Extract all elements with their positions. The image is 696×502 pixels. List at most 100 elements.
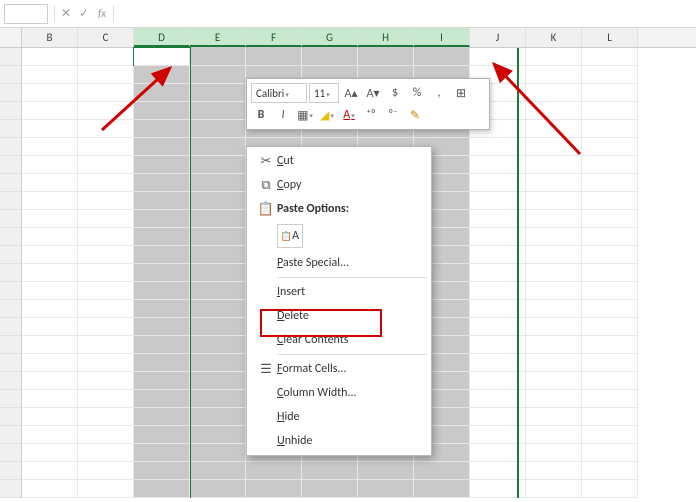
menu-hide[interactable]: Hide [247, 405, 431, 429]
cell[interactable] [190, 246, 246, 264]
cell[interactable] [582, 426, 638, 444]
cell[interactable] [302, 462, 358, 480]
cell[interactable] [78, 372, 134, 390]
row-header[interactable] [0, 120, 22, 138]
cell[interactable] [134, 120, 190, 138]
cell[interactable] [22, 246, 78, 264]
cell[interactable] [22, 138, 78, 156]
cell[interactable] [582, 300, 638, 318]
row-header[interactable] [0, 246, 22, 264]
cell[interactable] [526, 174, 582, 192]
cell[interactable] [526, 354, 582, 372]
cell[interactable] [22, 156, 78, 174]
cell[interactable] [78, 264, 134, 282]
cell[interactable] [190, 192, 246, 210]
row-header[interactable] [0, 228, 22, 246]
cell[interactable] [78, 228, 134, 246]
cell[interactable] [190, 390, 246, 408]
cell[interactable] [22, 480, 78, 498]
format-cells-icon[interactable]: ⊞ [451, 83, 471, 103]
increase-decimal-icon[interactable]: ⁺⁰ [361, 105, 381, 125]
menu-column-width[interactable]: Column Width... [247, 381, 431, 405]
cell[interactable] [526, 84, 582, 102]
cell[interactable] [22, 264, 78, 282]
cell[interactable] [526, 138, 582, 156]
cell[interactable] [134, 102, 190, 120]
cell[interactable] [526, 228, 582, 246]
cell[interactable] [190, 102, 246, 120]
cell[interactable] [582, 282, 638, 300]
cell[interactable] [358, 462, 414, 480]
row-header[interactable] [0, 390, 22, 408]
cell[interactable] [134, 264, 190, 282]
cell[interactable] [414, 48, 470, 66]
row-header[interactable] [0, 138, 22, 156]
cell[interactable] [582, 156, 638, 174]
cell[interactable] [526, 372, 582, 390]
cell[interactable] [526, 318, 582, 336]
row-header[interactable] [0, 354, 22, 372]
cell[interactable] [190, 444, 246, 462]
cell[interactable] [190, 300, 246, 318]
cell[interactable] [78, 246, 134, 264]
col-header-e[interactable]: E [190, 28, 246, 47]
font-size-combo[interactable]: 11 [309, 83, 339, 103]
row-header[interactable] [0, 372, 22, 390]
cell[interactable] [78, 174, 134, 192]
cell[interactable] [78, 444, 134, 462]
cell[interactable] [526, 264, 582, 282]
cell[interactable] [358, 480, 414, 498]
cell[interactable] [582, 228, 638, 246]
row-header[interactable] [0, 408, 22, 426]
cell[interactable] [358, 48, 414, 66]
cell[interactable] [134, 354, 190, 372]
font-combo[interactable]: Calibri [251, 83, 307, 103]
cell[interactable] [190, 354, 246, 372]
cell[interactable] [134, 138, 190, 156]
cell[interactable] [246, 480, 302, 498]
col-header-l[interactable]: L [582, 28, 638, 47]
cell[interactable] [78, 480, 134, 498]
cell[interactable] [22, 282, 78, 300]
cell[interactable] [78, 156, 134, 174]
cell[interactable] [22, 192, 78, 210]
cell[interactable] [526, 390, 582, 408]
cell[interactable] [526, 102, 582, 120]
cell[interactable] [582, 390, 638, 408]
cell[interactable] [582, 48, 638, 66]
cell[interactable] [134, 480, 190, 498]
cell[interactable] [302, 48, 358, 66]
cell[interactable] [78, 426, 134, 444]
row-header[interactable] [0, 300, 22, 318]
cell[interactable] [190, 120, 246, 138]
cell[interactable] [134, 192, 190, 210]
row-header[interactable] [0, 444, 22, 462]
cell[interactable] [134, 336, 190, 354]
cell[interactable] [134, 462, 190, 480]
cell[interactable] [582, 210, 638, 228]
cell[interactable] [246, 462, 302, 480]
row-header[interactable] [0, 336, 22, 354]
cell[interactable] [190, 336, 246, 354]
cell[interactable] [22, 354, 78, 372]
cancel-icon[interactable]: ✕ [57, 4, 75, 24]
currency-icon[interactable]: $ [385, 83, 405, 103]
cell[interactable] [526, 444, 582, 462]
cell[interactable] [134, 228, 190, 246]
row-header[interactable] [0, 480, 22, 498]
fill-color-icon[interactable]: ◢ [317, 105, 337, 125]
border-icon[interactable]: ▦ [295, 105, 315, 125]
cell[interactable] [526, 408, 582, 426]
cell[interactable] [582, 102, 638, 120]
cell[interactable] [190, 48, 246, 66]
cell[interactable] [302, 480, 358, 498]
cell[interactable] [78, 336, 134, 354]
cell[interactable] [22, 426, 78, 444]
cell[interactable] [134, 48, 190, 66]
cell[interactable] [78, 462, 134, 480]
col-header-b[interactable]: B [22, 28, 78, 47]
cell[interactable] [190, 210, 246, 228]
cell[interactable] [22, 372, 78, 390]
col-header-f[interactable]: F [246, 28, 302, 47]
cell[interactable] [526, 300, 582, 318]
